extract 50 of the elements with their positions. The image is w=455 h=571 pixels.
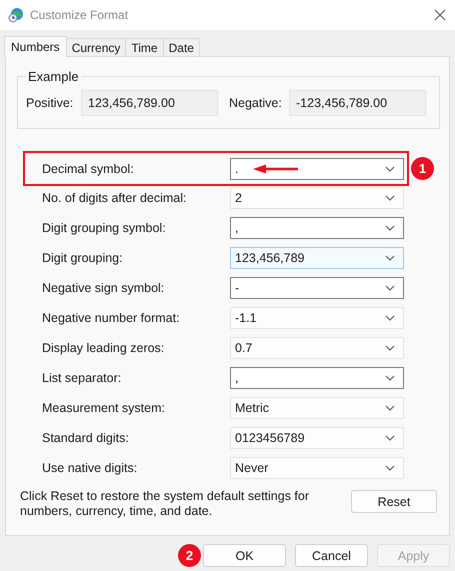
dropdown[interactable]: -1.1 xyxy=(230,307,404,329)
step-badge: 1 xyxy=(411,157,434,180)
setting-label: Decimal symbol: xyxy=(42,162,135,176)
field-label: Positive: xyxy=(26,96,74,110)
example-field: -123,456,789.00 xyxy=(289,90,426,116)
example-field: 123,456,789.00 xyxy=(81,90,218,116)
dropdown[interactable]: 0123456789 xyxy=(230,427,404,449)
chevron-icon xyxy=(385,285,395,291)
setting-label: Digit grouping: xyxy=(42,251,124,265)
tab[interactable]: Currency xyxy=(66,38,126,56)
dropdown[interactable]: 2 xyxy=(230,187,404,209)
reset-button[interactable]: Reset xyxy=(351,490,437,513)
dropdown[interactable]: 0.7 xyxy=(230,337,404,359)
step-badge: 2 xyxy=(178,544,201,567)
setting-label: Negative sign symbol: xyxy=(42,281,166,295)
setting-label: Negative number format: xyxy=(42,311,181,325)
dropdown[interactable]: , xyxy=(230,217,404,239)
reset-note: Click Reset to restore the system default settings for numbers, currency, time, and date. xyxy=(20,489,310,519)
setting-label: List separator: xyxy=(42,371,122,385)
field-label: Negative: xyxy=(229,96,283,110)
chevron-icon xyxy=(385,405,395,411)
chevron-icon xyxy=(385,225,395,231)
window-title: Customize Format xyxy=(30,8,128,22)
chevron-icon xyxy=(385,195,395,201)
dropdown[interactable]: Metric xyxy=(230,397,404,419)
chevron-icon xyxy=(385,435,395,441)
chevron-icon xyxy=(385,315,395,321)
chevron-icon xyxy=(385,345,395,351)
chevron-icon xyxy=(385,375,395,381)
setting-label: Use native digits: xyxy=(42,461,138,475)
setting-label: Measurement system: xyxy=(42,401,166,415)
setting-label: Display leading zeros: xyxy=(42,341,166,355)
close-icon xyxy=(434,9,446,21)
chevron-icon xyxy=(385,166,395,172)
setting-label: Standard digits: xyxy=(42,431,130,445)
group-label: Example xyxy=(27,69,80,84)
tab[interactable]: Date xyxy=(162,38,200,56)
dropdown[interactable]: . xyxy=(230,158,404,180)
setting-label: Digit grouping symbol: xyxy=(42,221,167,235)
dialog-button[interactable]: OK xyxy=(203,544,286,567)
dropdown[interactable]: , xyxy=(230,367,404,389)
globe-clock-icon xyxy=(8,7,24,23)
chevron-icon xyxy=(385,465,395,471)
setting-label: No. of digits after decimal: xyxy=(42,191,188,205)
dropdown[interactable]: Never xyxy=(230,457,404,479)
chevron-icon xyxy=(385,255,395,261)
dropdown[interactable]: 123,456,789 xyxy=(230,247,404,269)
tab[interactable]: Numbers xyxy=(4,36,67,57)
dialog-button[interactable]: Cancel xyxy=(295,544,368,567)
dropdown[interactable]: - xyxy=(230,277,404,299)
